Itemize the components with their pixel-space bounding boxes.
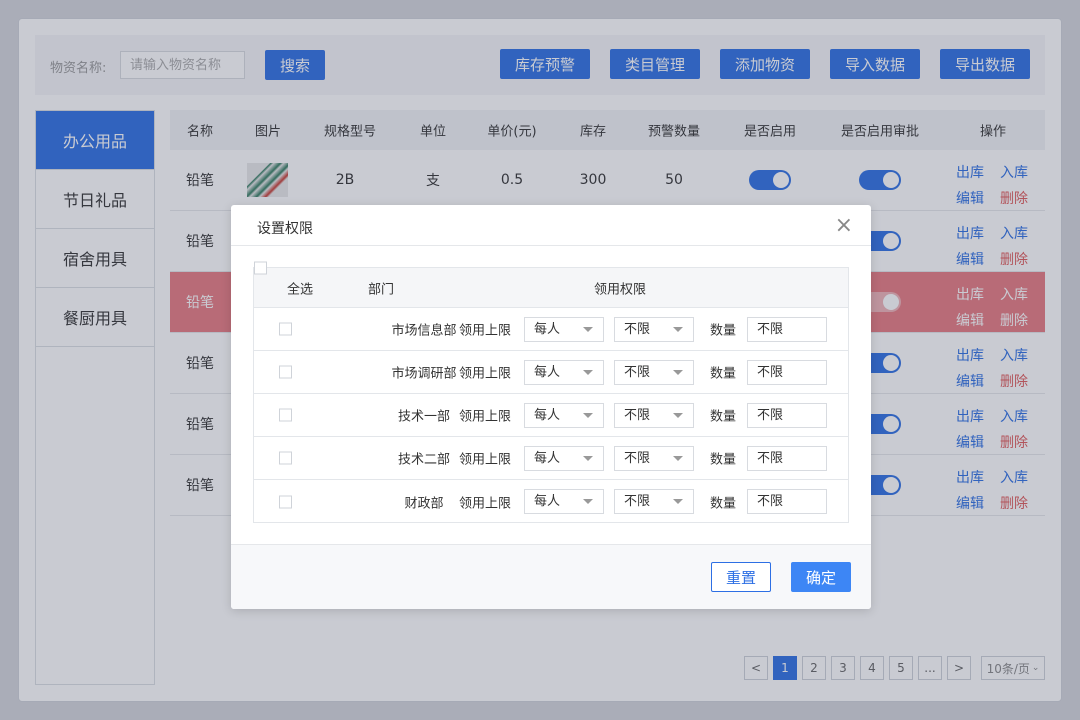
- caret-down-icon: [583, 370, 593, 375]
- per-value: 每人: [534, 494, 561, 509]
- per-select[interactable]: 每人: [524, 489, 604, 514]
- row-checkbox[interactable]: [279, 495, 292, 508]
- qty-input[interactable]: 不限: [747, 403, 827, 428]
- select-all-label: 全选: [287, 282, 314, 297]
- qty-input[interactable]: 不限: [747, 489, 827, 514]
- limit-label: 领用上限: [459, 496, 512, 511]
- qty-label: 数量: [710, 323, 737, 339]
- qty-label: 数量: [710, 452, 737, 468]
- department-name: 市场信息部: [391, 323, 457, 339]
- limit-select[interactable]: 不限: [614, 317, 694, 342]
- qty-input[interactable]: 不限: [747, 360, 827, 385]
- row-checkbox[interactable]: [279, 408, 292, 422]
- caret-down-icon: [673, 327, 683, 332]
- qty-label: 数量: [710, 366, 737, 382]
- th-permission: 领用权限: [594, 282, 647, 297]
- limit-label: 领用上限: [459, 452, 512, 468]
- per-value: 每人: [534, 322, 561, 337]
- modal-divider: [231, 245, 871, 246]
- select-all-checkbox[interactable]: [254, 261, 267, 275]
- th-department: 部门: [368, 282, 395, 297]
- limit-value: 不限: [624, 365, 651, 380]
- permission-row: 技术一部 领用上限 每人 不限 数量 不限: [254, 394, 848, 437]
- permission-modal: 设置权限 × 全选 部门 领用权限 市场信息部 领用上限 每人 不限 数量 不限…: [231, 205, 871, 609]
- department-name: 市场调研部: [391, 366, 457, 382]
- close-icon[interactable]: ×: [835, 215, 853, 237]
- caret-down-icon: [673, 456, 683, 461]
- limit-label: 领用上限: [459, 409, 512, 425]
- qty-label: 数量: [710, 409, 737, 425]
- limit-label: 领用上限: [459, 366, 512, 382]
- department-name: 财政部: [404, 496, 444, 511]
- per-value: 每人: [534, 408, 561, 423]
- limit-select[interactable]: 不限: [614, 446, 694, 471]
- caret-down-icon: [673, 499, 683, 504]
- department-name: 技术二部: [397, 452, 450, 468]
- limit-select[interactable]: 不限: [614, 360, 694, 385]
- reset-button[interactable]: 重置: [711, 562, 771, 592]
- qty-input[interactable]: 不限: [747, 317, 827, 342]
- caret-down-icon: [673, 370, 683, 375]
- caret-down-icon: [583, 456, 593, 461]
- permission-row: 财政部 领用上限 每人 不限 数量 不限: [254, 480, 848, 523]
- limit-label: 领用上限: [459, 323, 512, 339]
- confirm-button[interactable]: 确定: [791, 562, 851, 592]
- modal-footer: 重置 确定: [231, 544, 871, 609]
- per-value: 每人: [534, 365, 561, 380]
- limit-value: 不限: [624, 408, 651, 423]
- row-checkbox[interactable]: [279, 322, 292, 336]
- row-checkbox[interactable]: [279, 365, 292, 379]
- limit-value: 不限: [624, 451, 651, 466]
- caret-down-icon: [673, 413, 683, 418]
- permission-row: 市场调研部 领用上限 每人 不限 数量 不限: [254, 351, 848, 394]
- permission-table: 全选 部门 领用权限 市场信息部 领用上限 每人 不限 数量 不限 市场调研部 …: [253, 261, 849, 523]
- qty-label: 数量: [710, 496, 737, 511]
- limit-select[interactable]: 不限: [614, 403, 694, 428]
- modal-title: 设置权限: [257, 221, 313, 237]
- per-select[interactable]: 每人: [524, 317, 604, 342]
- limit-value: 不限: [624, 322, 651, 337]
- permission-row: 技术二部 领用上限 每人 不限 数量 不限: [254, 437, 848, 480]
- per-select[interactable]: 每人: [524, 446, 604, 471]
- permission-row: 市场信息部 领用上限 每人 不限 数量 不限: [254, 308, 848, 351]
- caret-down-icon: [583, 413, 593, 418]
- limit-select[interactable]: 不限: [614, 489, 694, 514]
- caret-down-icon: [583, 499, 593, 504]
- limit-value: 不限: [624, 494, 651, 509]
- department-name: 技术一部: [397, 409, 450, 425]
- qty-input[interactable]: 不限: [747, 446, 827, 471]
- caret-down-icon: [583, 327, 593, 332]
- per-select[interactable]: 每人: [524, 403, 604, 428]
- per-select[interactable]: 每人: [524, 360, 604, 385]
- permission-table-header: 全选 部门 领用权限: [254, 261, 848, 308]
- per-value: 每人: [534, 451, 561, 466]
- row-checkbox[interactable]: [279, 451, 292, 465]
